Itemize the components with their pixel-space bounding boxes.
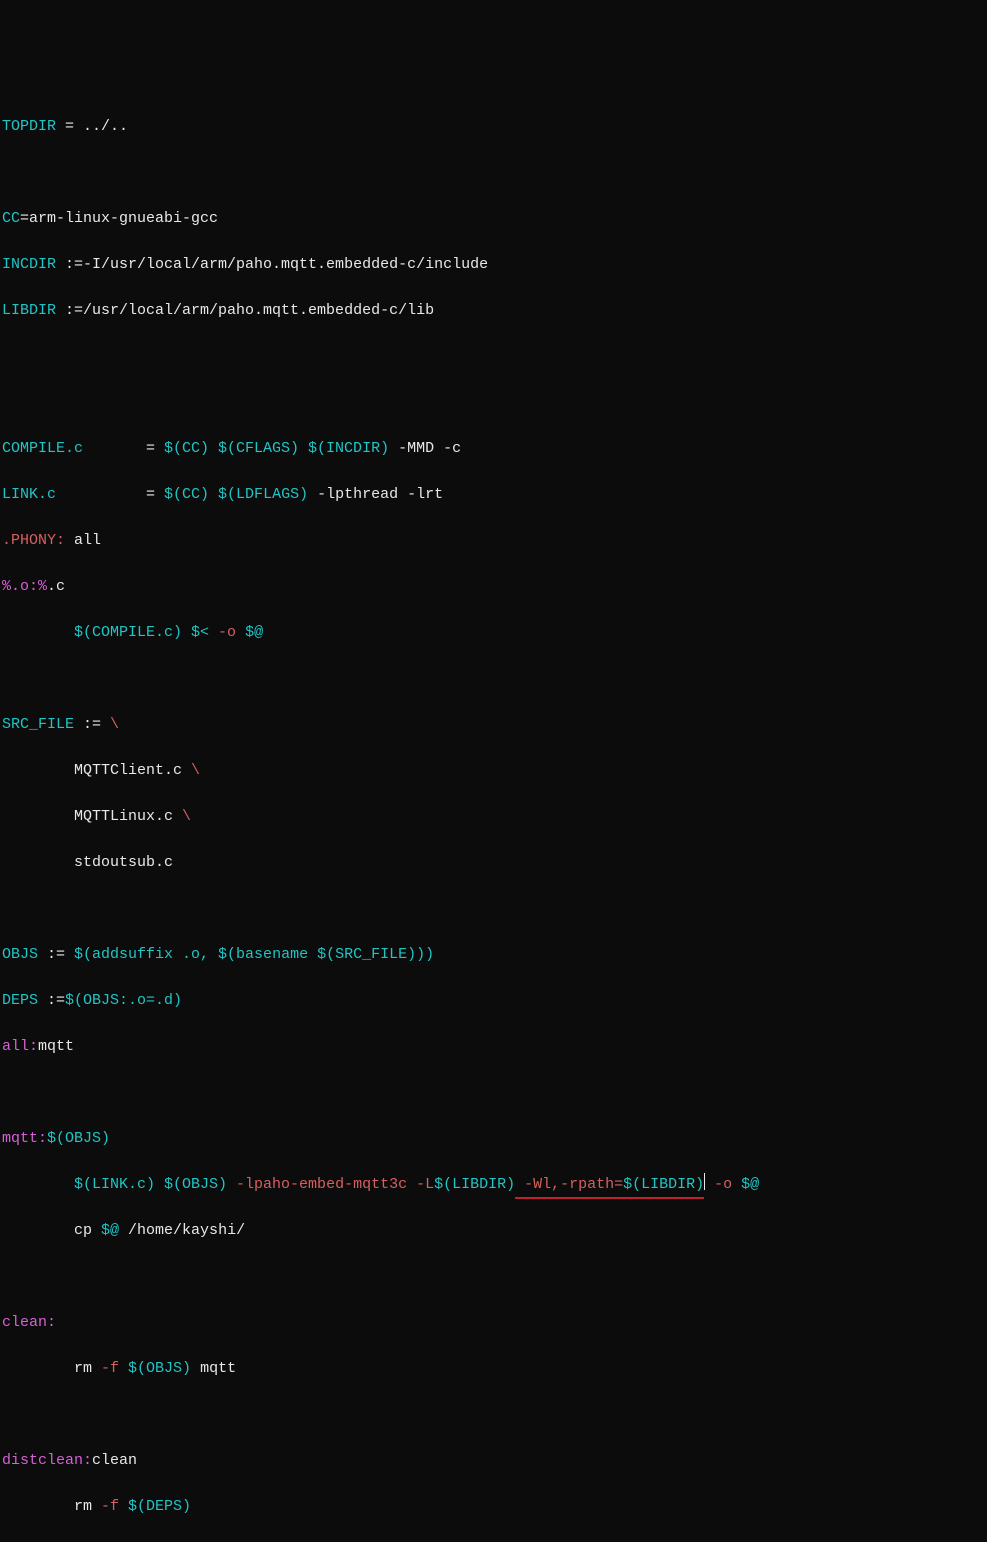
flag: -lpaho-embed-mqtt3c -L xyxy=(227,1176,434,1193)
var-ref: $(OBJS) xyxy=(47,1130,110,1147)
code-line: distclean:clean xyxy=(0,1449,987,1472)
code-line xyxy=(0,1403,987,1426)
code-line xyxy=(0,1081,987,1104)
code-line: SRC_FILE := \ xyxy=(0,713,987,736)
var-name: DEPS xyxy=(2,992,38,1009)
pattern-rule: %.o:% xyxy=(2,578,47,595)
var-ref: $(LIBDIR) xyxy=(623,1176,704,1193)
var-ref: $(DEPS) xyxy=(119,1498,191,1515)
code-line: LIBDIR :=/usr/local/arm/paho.mqtt.embedd… xyxy=(0,299,987,322)
code-text: := xyxy=(74,716,110,733)
code-text: cp xyxy=(2,1222,101,1239)
code-text: -MMD -c xyxy=(389,440,461,457)
code-text: all xyxy=(65,532,101,549)
continuation: \ xyxy=(110,716,119,733)
code-text: -lpthread -lrt xyxy=(308,486,443,503)
code-text: = ../.. xyxy=(56,118,128,135)
code-editor[interactable]: TOPDIR = ../.. CC=arm-linux-gnueabi-gcc … xyxy=(0,92,987,1542)
var-name: CC xyxy=(2,210,20,227)
code-text: := xyxy=(38,946,74,963)
code-text: =arm-linux-gnueabi-gcc xyxy=(20,210,218,227)
code-line: OBJS := $(addsuffix .o, $(basename $(SRC… xyxy=(0,943,987,966)
auto-var: $@ xyxy=(101,1222,119,1239)
var-ref: $(COMPILE.c) $< xyxy=(74,624,209,641)
code-text: .c xyxy=(47,578,65,595)
var-ref: $(addsuffix .o, $(basename $(SRC_FILE))) xyxy=(74,946,434,963)
flag: -f xyxy=(101,1498,119,1515)
code-line: MQTTLinux.c \ xyxy=(0,805,987,828)
target: mqtt: xyxy=(2,1130,47,1147)
code-text: mqtt xyxy=(38,1038,74,1055)
code-text: = xyxy=(56,486,164,503)
code-text: := xyxy=(38,992,65,1009)
code-line: stdoutsub.c xyxy=(0,851,987,874)
var-name: TOPDIR xyxy=(2,118,56,135)
code-line: LINK.c = $(CC) $(LDFLAGS) -lpthread -lrt xyxy=(0,483,987,506)
code-line: $(COMPILE.c) $< -o $@ xyxy=(0,621,987,644)
code-line: %.o:%.c xyxy=(0,575,987,598)
code-line xyxy=(0,161,987,184)
code-line: rm -f $(OBJS) mqtt xyxy=(0,1357,987,1380)
code-text: rm xyxy=(2,1498,101,1515)
auto-var: $@ xyxy=(732,1176,759,1193)
highlighted-rpath: -Wl,-rpath=$(LIBDIR) xyxy=(515,1173,704,1196)
code-line: INCDIR :=-I/usr/local/arm/paho.mqtt.embe… xyxy=(0,253,987,276)
code-line: all:mqtt xyxy=(0,1035,987,1058)
continuation: \ xyxy=(182,808,191,825)
code-line: -include $(DEPS) xyxy=(0,1541,987,1542)
var-name: SRC_FILE xyxy=(2,716,74,733)
code-line: rm -f $(DEPS) xyxy=(0,1495,987,1518)
target: distclean: xyxy=(2,1452,92,1469)
code-line: mqtt:$(OBJS) xyxy=(0,1127,987,1150)
code-text: :=/usr/local/arm/paho.mqtt.embedded-c/li… xyxy=(56,302,434,319)
var-ref: $(OBJS) xyxy=(119,1360,191,1377)
code-line: DEPS :=$(OBJS:.o=.d) xyxy=(0,989,987,1012)
code-text: clean xyxy=(92,1452,137,1469)
code-text: MQTTLinux.c xyxy=(2,808,182,825)
code-line: $(LINK.c) $(OBJS) -lpaho-embed-mqtt3c -L… xyxy=(0,1173,987,1196)
code-line xyxy=(0,897,987,920)
code-text: /home/kayshi/ xyxy=(119,1222,245,1239)
code-line xyxy=(0,391,987,414)
var-ref: $(LIBDIR) xyxy=(434,1176,515,1193)
code-line: COMPILE.c = $(CC) $(CFLAGS) $(INCDIR) -M… xyxy=(0,437,987,460)
flag: -f xyxy=(101,1360,119,1377)
var-ref: $(CC) $(CFLAGS) $(INCDIR) xyxy=(164,440,389,457)
code-line xyxy=(0,667,987,690)
code-text: mqtt xyxy=(191,1360,236,1377)
code-line: cp $@ /home/kayshi/ xyxy=(0,1219,987,1242)
target: all: xyxy=(2,1038,38,1055)
var-name: COMPILE.c xyxy=(2,440,83,457)
var-ref: $(OBJS:.o=.d) xyxy=(65,992,182,1009)
code-text: rm xyxy=(2,1360,101,1377)
flag: -o xyxy=(209,624,236,641)
phony: .PHONY: xyxy=(2,532,65,549)
code-text: stdoutsub.c xyxy=(2,854,173,871)
indent xyxy=(2,1176,74,1193)
code-line: TOPDIR = ../.. xyxy=(0,115,987,138)
var-name: INCDIR xyxy=(2,256,56,273)
code-text: = xyxy=(83,440,164,457)
code-line: CC=arm-linux-gnueabi-gcc xyxy=(0,207,987,230)
var-name: LIBDIR xyxy=(2,302,56,319)
var-ref: $(CC) $(LDFLAGS) xyxy=(164,486,308,503)
indent xyxy=(2,624,74,641)
code-line: .PHONY: all xyxy=(0,529,987,552)
target: clean: xyxy=(2,1314,56,1331)
var-name: OBJS xyxy=(2,946,38,963)
code-line xyxy=(0,345,987,368)
var-name: LINK.c xyxy=(2,486,56,503)
code-text: :=-I/usr/local/arm/paho.mqtt.embedded-c/… xyxy=(56,256,488,273)
auto-var: $@ xyxy=(236,624,263,641)
code-line: clean: xyxy=(0,1311,987,1334)
flag: -o xyxy=(705,1176,732,1193)
flag: -Wl,-rpath= xyxy=(515,1176,623,1193)
var-ref: $(LINK.c) $(OBJS) xyxy=(74,1176,227,1193)
code-line xyxy=(0,1265,987,1288)
